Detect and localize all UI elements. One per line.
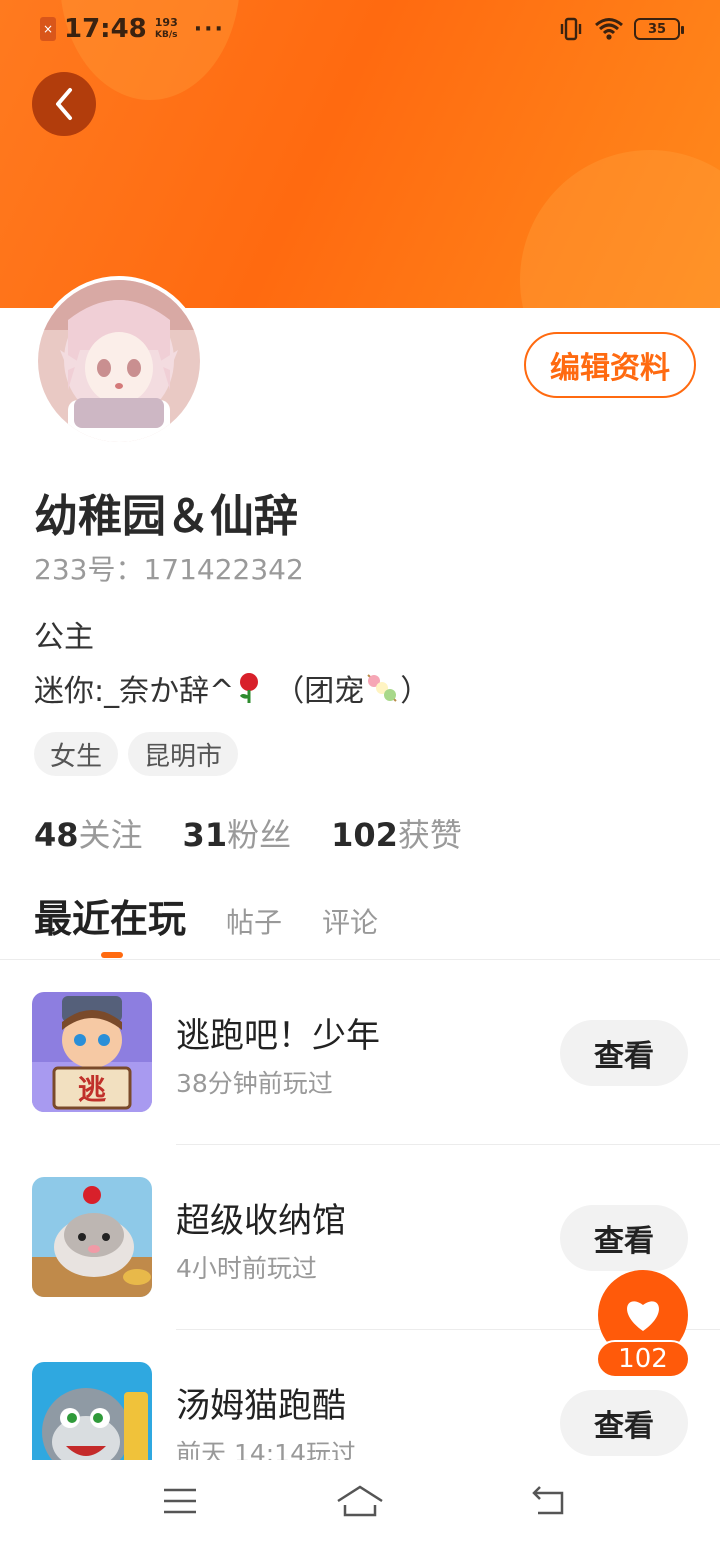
- game-last-played: 前天 14:14玩过: [176, 1439, 356, 1460]
- home-button[interactable]: [330, 1478, 390, 1524]
- game-title: 超级收纳馆: [176, 1201, 346, 1241]
- network-speed: 193 KB/s: [154, 16, 178, 41]
- active-tab-indicator: [101, 952, 123, 958]
- menu-button[interactable]: [150, 1478, 210, 1524]
- rose-emoji-icon: [240, 673, 259, 703]
- tab-recent-games[interactable]: 最近在玩: [34, 888, 186, 943]
- profile-stats: 48 关注 31 粉丝 102 获赞: [34, 810, 462, 856]
- game-icon: [32, 1362, 152, 1460]
- view-game-button[interactable]: 查看: [560, 1390, 688, 1456]
- profile-tags: 女生 昆明市: [34, 732, 239, 776]
- menu-icon: [164, 1488, 196, 1514]
- game-last-played: 38分钟前玩过: [176, 1069, 333, 1098]
- avatar[interactable]: [34, 276, 204, 446]
- view-game-button[interactable]: 查看: [560, 1205, 688, 1271]
- avatar-image: [38, 280, 200, 442]
- game-last-played: 4小时前玩过: [176, 1254, 317, 1283]
- game-row[interactable]: 逃 逃跑吧！少年 38分钟前玩过 查看: [0, 960, 720, 1145]
- game-icon-text: 逃: [78, 1073, 106, 1106]
- vibrate-icon: [560, 17, 582, 41]
- heart-icon: [627, 1301, 659, 1331]
- username: 幼稚园＆仙辞: [34, 491, 298, 542]
- game-title: 汤姆猫跑酷: [176, 1386, 346, 1426]
- back-nav-button[interactable]: [518, 1478, 578, 1524]
- return-icon: [532, 1486, 564, 1515]
- no-sim-icon: ×: [40, 17, 56, 41]
- bio-line-2: 迷你:_奈か辞^ （团宠 ）: [34, 666, 430, 710]
- tab-posts[interactable]: 帖子: [226, 901, 282, 941]
- more-notifications-icon: ···: [193, 16, 225, 42]
- bio-line-1: 公主: [34, 620, 94, 655]
- view-game-button[interactable]: 查看: [560, 1020, 688, 1086]
- banner-decoration: [520, 150, 720, 308]
- recent-games-list: 逃 逃跑吧！少年 38分钟前玩过 查看 超级收纳馆 4小时前玩过 查看 汤姆猫跑…: [0, 960, 720, 1460]
- system-nav-bar: [0, 1460, 720, 1544]
- like-count-badge: 102: [596, 1340, 690, 1378]
- tag-city: 昆明市: [128, 732, 239, 776]
- home-icon: [337, 1485, 383, 1517]
- status-bar: × 17:48 193 KB/s ··· 35: [0, 0, 720, 60]
- fans-stat[interactable]: 31 粉丝: [183, 810, 292, 856]
- game-icon: [32, 1177, 152, 1297]
- user-id: 233号：171422342: [34, 553, 304, 586]
- dango-emoji-icon: [367, 674, 397, 702]
- likes-stat[interactable]: 102 获赞: [331, 810, 462, 856]
- battery-icon: 35: [634, 18, 684, 40]
- back-button[interactable]: [32, 72, 96, 136]
- edit-profile-button[interactable]: 编辑资料: [524, 332, 696, 398]
- status-time: 17:48: [64, 14, 147, 44]
- following-stat[interactable]: 48 关注: [34, 810, 143, 856]
- game-icon: 逃: [32, 992, 152, 1112]
- tab-comments[interactable]: 评论: [322, 901, 378, 941]
- chevron-left-icon: [56, 88, 72, 120]
- wifi-icon: [595, 18, 623, 40]
- game-title: 逃跑吧！少年: [176, 1016, 380, 1056]
- profile-tabs: 最近在玩 帖子 评论: [34, 888, 378, 943]
- tag-gender: 女生: [34, 732, 119, 776]
